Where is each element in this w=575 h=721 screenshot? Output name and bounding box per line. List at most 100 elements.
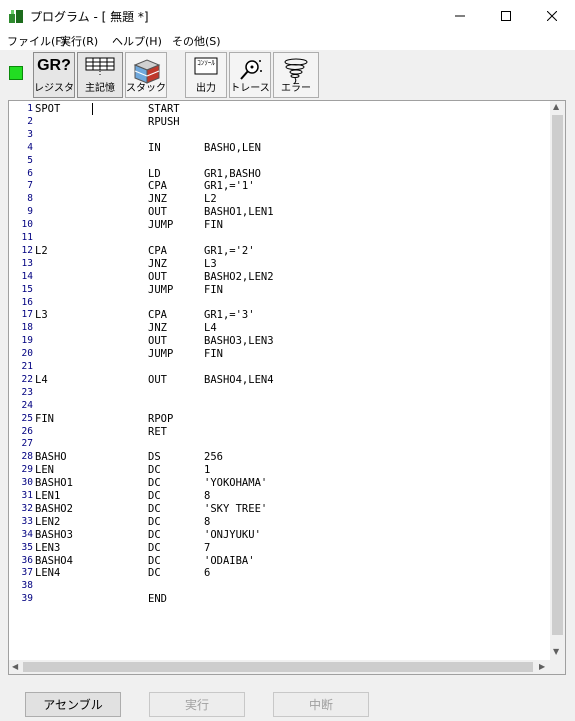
code-opcode: CPA <box>148 309 167 322</box>
code-line: SPOT START <box>35 103 535 116</box>
code-label: LEN <box>35 464 54 477</box>
trace-label: トレース <box>230 83 270 94</box>
line-number: 20 <box>21 348 33 360</box>
code-label: LEN1 <box>35 490 61 502</box>
code-label: BASHO1 <box>35 477 73 490</box>
line-number: 12 <box>21 244 33 256</box>
code-opcode: DC <box>148 490 161 502</box>
code-label: LEN3 <box>35 541 61 554</box>
code-line: BASHO4 DC 'ODAIBA' <box>35 555 535 568</box>
code-line: FIN RPOP <box>35 413 535 426</box>
code-opcode: JNZ <box>148 257 167 270</box>
line-number: 5 <box>27 154 33 166</box>
code-line: END <box>35 593 535 606</box>
code-line: BASHO3 DC 'ONJYUKU' <box>35 529 535 542</box>
code-opcode: CPA <box>148 244 167 257</box>
code-operand: GR1,='3' <box>204 309 255 322</box>
code-opcode: LD <box>148 167 161 180</box>
line-number: 22 <box>21 373 33 385</box>
line-number: 11 <box>21 232 33 243</box>
line-number: 9 <box>27 206 33 218</box>
code-line: LEN1 DC 8 <box>35 490 535 503</box>
register-button[interactable]: GR? レジスタ <box>33 52 75 98</box>
code-opcode: RPOP <box>148 412 174 425</box>
stack-button[interactable]: スタック <box>125 52 167 98</box>
scroll-down-icon[interactable]: ▼ <box>553 647 559 656</box>
code-line: BASHO2 DC 'SKY TREE' <box>35 503 535 516</box>
run-button[interactable]: 実行 <box>149 692 245 717</box>
code-label: BASHO <box>35 451 67 464</box>
minimize-button[interactable] <box>437 0 483 31</box>
code-operand: 1 <box>204 464 211 477</box>
code-opcode: DC <box>148 464 161 477</box>
code-operand: FIN <box>204 283 223 296</box>
memory-label: 主記憶 <box>85 83 115 94</box>
scroll-left-icon[interactable]: ◀ <box>12 662 18 671</box>
line-number: 24 <box>21 399 33 411</box>
menu-file[interactable]: ファイル(F) <box>7 33 66 49</box>
code-label: L2 <box>35 244 48 257</box>
code-opcode: OUT <box>148 206 167 219</box>
line-number: 38 <box>21 580 33 592</box>
code-line: JUMP FIN <box>35 219 535 232</box>
output-button[interactable]: ｺﾝｿｰﾙ 出力 <box>185 52 227 98</box>
code-operand: BASHO2,LEN2 <box>204 270 274 283</box>
code-opcode: JNZ <box>148 193 167 206</box>
stop-button[interactable]: 中断 <box>273 692 369 717</box>
toolbar: GR? レジスタ 主記憶 スタック ｺﾝｿｰﾙ 出力 トレース エラー <box>0 50 575 100</box>
code-line: L2 CPA GR1,='2' <box>35 245 535 258</box>
menu-other[interactable]: その他(S) <box>172 33 221 49</box>
assemble-button[interactable]: アセンブル <box>25 692 121 717</box>
code-operand: GR1,BASHO <box>204 167 261 180</box>
line-number: 10 <box>21 219 33 231</box>
code-operand: BASHO4,LEN4 <box>204 373 274 386</box>
code-operand: BASHO1,LEN1 <box>204 206 274 219</box>
code-line: JNZ L4 <box>35 322 535 335</box>
code-opcode: JUMP <box>148 219 174 232</box>
line-number: 26 <box>21 425 33 437</box>
code-label: L4 <box>35 373 48 386</box>
code-line: JUMP FIN <box>35 348 535 361</box>
error-label: エラー <box>281 83 311 94</box>
maximize-button[interactable] <box>483 0 529 31</box>
code-editor[interactable]: 1 2 3 4 5 6 7 8 9 10 11 12 13 14 15 16 17 18 19 20 21 22 23 24 2… <box>8 100 566 675</box>
trace-button[interactable]: トレース <box>229 52 271 98</box>
line-number: 29 <box>21 464 33 476</box>
minimize-icon <box>455 15 465 16</box>
horizontal-scrollbar[interactable]: ◀ ▶ <box>9 660 565 674</box>
menu-run[interactable]: 実行(R) <box>60 33 98 49</box>
error-button[interactable]: エラー <box>273 52 319 98</box>
memory-button[interactable]: 主記憶 <box>77 52 123 98</box>
code-opcode: RPUSH <box>148 115 180 128</box>
code-label: LEN4 <box>35 567 61 580</box>
line-number: 19 <box>21 335 33 347</box>
register-icon: GR? <box>37 57 71 74</box>
code-opcode: JUMP <box>148 348 174 361</box>
line-number: 1 <box>27 103 33 114</box>
code-line: RPUSH <box>35 116 535 129</box>
code-area[interactable]: SPOT START RPUSH IN BASHO,LEN LD GR1,BASHO CPA G… <box>35 101 551 661</box>
code-operand: 7 <box>204 541 211 554</box>
vertical-scrollbar[interactable]: ▲ ▼ <box>550 101 565 661</box>
vertical-scroll-thumb[interactable] <box>552 115 563 635</box>
code-operand: 8 <box>204 490 211 502</box>
code-line: JUMP FIN <box>35 284 535 297</box>
line-number: 21 <box>21 361 33 372</box>
scroll-up-icon[interactable]: ▲ <box>553 102 559 111</box>
code-label: BASHO3 <box>35 528 73 541</box>
code-line: LD GR1,BASHO <box>35 168 535 181</box>
code-opcode: DC <box>148 567 161 580</box>
scroll-right-icon[interactable]: ▶ <box>539 662 545 671</box>
close-button[interactable] <box>529 0 575 31</box>
line-number: 32 <box>21 502 33 514</box>
code-operand: L3 <box>204 257 217 270</box>
code-opcode: OUT <box>148 270 167 283</box>
menu-help[interactable]: ヘルプ(H) <box>112 33 162 49</box>
line-number: 3 <box>27 128 33 140</box>
line-number: 8 <box>27 193 33 205</box>
line-number: 35 <box>21 541 33 553</box>
horizontal-scroll-thumb[interactable] <box>23 662 533 672</box>
line-number: 37 <box>21 567 33 579</box>
